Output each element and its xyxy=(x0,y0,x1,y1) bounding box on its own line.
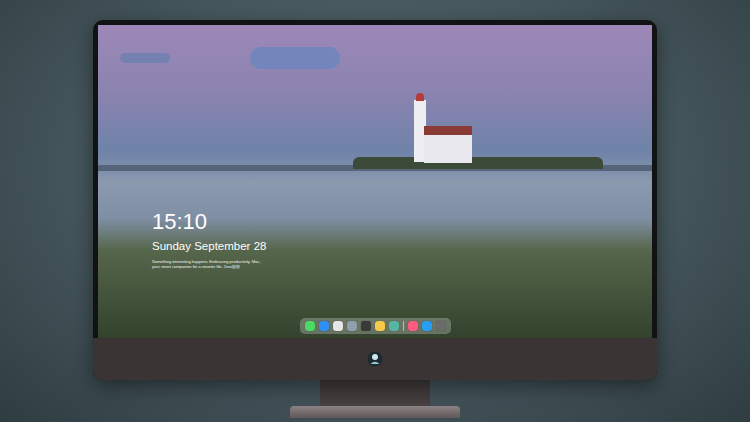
dock xyxy=(300,318,451,334)
island xyxy=(353,157,603,169)
stand-base xyxy=(290,406,460,418)
dock-app-icon[interactable] xyxy=(347,321,357,331)
clock-time: 15:10 xyxy=(152,211,266,233)
house-icon xyxy=(424,133,472,163)
dock-row xyxy=(98,318,652,334)
monitor-chin xyxy=(93,338,657,380)
dock-app-icon[interactable] xyxy=(408,321,418,331)
dock-app-icon[interactable] xyxy=(361,321,371,331)
desktop-wallpaper: 15:10 Sunday September 28 Something inte… xyxy=(98,25,652,338)
stand-neck xyxy=(320,380,430,406)
dock-app-icon[interactable] xyxy=(389,321,399,331)
roof-icon xyxy=(424,126,472,135)
dock-app-icon[interactable] xyxy=(436,321,446,331)
lighthouse-top-icon xyxy=(416,93,424,101)
dock-app-icon[interactable] xyxy=(375,321,385,331)
monitor-bezel: 15:10 Sunday September 28 Something inte… xyxy=(93,20,657,380)
clock-caption: Something interesting happens. Embracing… xyxy=(152,259,266,269)
dock-separator xyxy=(403,321,404,331)
cloud xyxy=(120,53,170,63)
dock-app-icon[interactable] xyxy=(333,321,343,331)
caption-line: your smart companion for a smarter life.… xyxy=(152,264,266,269)
dock-app-icon[interactable] xyxy=(305,321,315,331)
dock-app-icon[interactable] xyxy=(319,321,329,331)
dock-app-icon[interactable] xyxy=(422,321,432,331)
caption-line: Something interesting happens. Embracing… xyxy=(152,259,266,264)
clock-date: Sunday September 28 xyxy=(152,239,266,253)
lock-clock: 15:10 Sunday September 28 Something inte… xyxy=(152,211,266,269)
mockup: 15:10 Sunday September 28 Something inte… xyxy=(0,0,750,418)
cloud xyxy=(250,47,340,69)
logo-icon xyxy=(367,351,383,367)
